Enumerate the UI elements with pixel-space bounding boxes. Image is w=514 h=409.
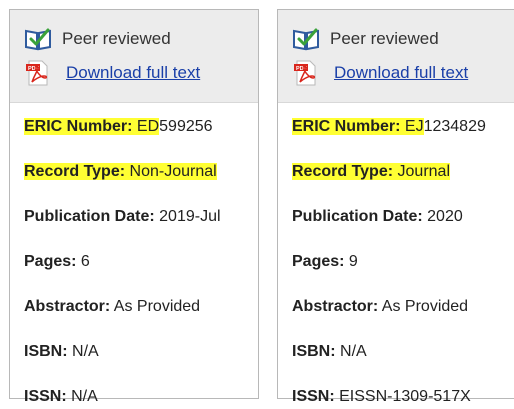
record-type-value: Journal bbox=[397, 163, 450, 180]
pages-label: Pages: bbox=[24, 253, 77, 270]
pdf-icon[interactable]: PDF bbox=[26, 60, 50, 86]
publication-date-field: Publication Date: 2019-Jul bbox=[24, 205, 258, 229]
pdf-icon[interactable]: PDF bbox=[294, 60, 318, 86]
isbn-value: N/A bbox=[340, 343, 367, 360]
record-panel-header: Peer reviewed PDF Download full text bbox=[10, 10, 258, 103]
record-type-label: Record Type: bbox=[292, 163, 394, 180]
abstractor-value: As Provided bbox=[381, 298, 469, 315]
download-full-text-link[interactable]: Download full text bbox=[334, 63, 468, 83]
pages-label: Pages: bbox=[292, 253, 345, 270]
issn-field: ISSN: EISSN-1309-517X bbox=[292, 385, 514, 409]
eric-number-label: ERIC Number: bbox=[24, 118, 133, 135]
peer-reviewed-label: Peer reviewed bbox=[330, 29, 439, 48]
publication-date-value: 2020 bbox=[427, 208, 463, 225]
record-type-label: Record Type: bbox=[24, 163, 126, 180]
issn-label: ISSN: bbox=[292, 388, 335, 405]
publication-date-value: 2019-Jul bbox=[159, 208, 221, 225]
peer-reviewed-icon bbox=[25, 28, 51, 51]
download-row[interactable]: PDF Download full text bbox=[24, 60, 258, 86]
record-panel-header: Peer reviewed PDF Download full text bbox=[278, 10, 514, 103]
eric-number-value: 599256 bbox=[159, 118, 213, 135]
record-type-field: Record Type: Journal bbox=[292, 160, 514, 184]
abstractor-field: Abstractor: As Provided bbox=[24, 295, 258, 319]
record-panel-left: Peer reviewed PDF Download full text ERI… bbox=[9, 9, 259, 405]
abstractor-value: As Provided bbox=[113, 298, 201, 315]
peer-reviewed-row: Peer reviewed bbox=[24, 27, 258, 51]
peer-reviewed-icon bbox=[293, 28, 319, 51]
isbn-label: ISBN: bbox=[24, 343, 68, 360]
pages-field: Pages: 6 bbox=[24, 250, 258, 274]
issn-value: EISSN-1309-517X bbox=[339, 388, 471, 405]
abstractor-label: Abstractor: bbox=[24, 298, 111, 315]
peer-reviewed-label: Peer reviewed bbox=[62, 29, 171, 48]
download-row[interactable]: PDF Download full text bbox=[292, 60, 514, 86]
download-full-text-link[interactable]: Download full text bbox=[66, 63, 200, 83]
publication-date-label: Publication Date: bbox=[24, 208, 155, 225]
isbn-field: ISBN: N/A bbox=[292, 340, 514, 364]
issn-label: ISSN: bbox=[24, 388, 67, 405]
record-panel-right: Peer reviewed PDF Download full text ERI… bbox=[277, 9, 514, 405]
pages-value: 9 bbox=[348, 253, 358, 270]
record-type-value: Non-Journal bbox=[129, 163, 217, 180]
record-fields: ERIC Number: ED599256 Record Type: Non-J… bbox=[10, 103, 258, 409]
eric-number-field: ERIC Number: ED599256 bbox=[24, 115, 258, 139]
publication-date-field: Publication Date: 2020 bbox=[292, 205, 514, 229]
isbn-label: ISBN: bbox=[292, 343, 336, 360]
publication-date-label: Publication Date: bbox=[292, 208, 423, 225]
abstractor-field: Abstractor: As Provided bbox=[292, 295, 514, 319]
eric-number-field: ERIC Number: EJ1234829 bbox=[292, 115, 514, 139]
abstractor-label: Abstractor: bbox=[292, 298, 379, 315]
eric-number-prefix: EJ bbox=[404, 118, 424, 135]
isbn-value: N/A bbox=[72, 343, 99, 360]
eric-number-label: ERIC Number: bbox=[292, 118, 401, 135]
issn-field: ISSN: N/A bbox=[24, 385, 258, 409]
eric-number-value: 1234829 bbox=[423, 118, 486, 135]
peer-reviewed-row: Peer reviewed bbox=[292, 27, 514, 51]
eric-number-prefix: ED bbox=[136, 118, 160, 135]
isbn-field: ISBN: N/A bbox=[24, 340, 258, 364]
pages-field: Pages: 9 bbox=[292, 250, 514, 274]
record-fields: ERIC Number: EJ1234829 Record Type: Jour… bbox=[278, 103, 514, 409]
record-type-field: Record Type: Non-Journal bbox=[24, 160, 258, 184]
pages-value: 6 bbox=[80, 253, 90, 270]
issn-value: N/A bbox=[71, 388, 98, 405]
